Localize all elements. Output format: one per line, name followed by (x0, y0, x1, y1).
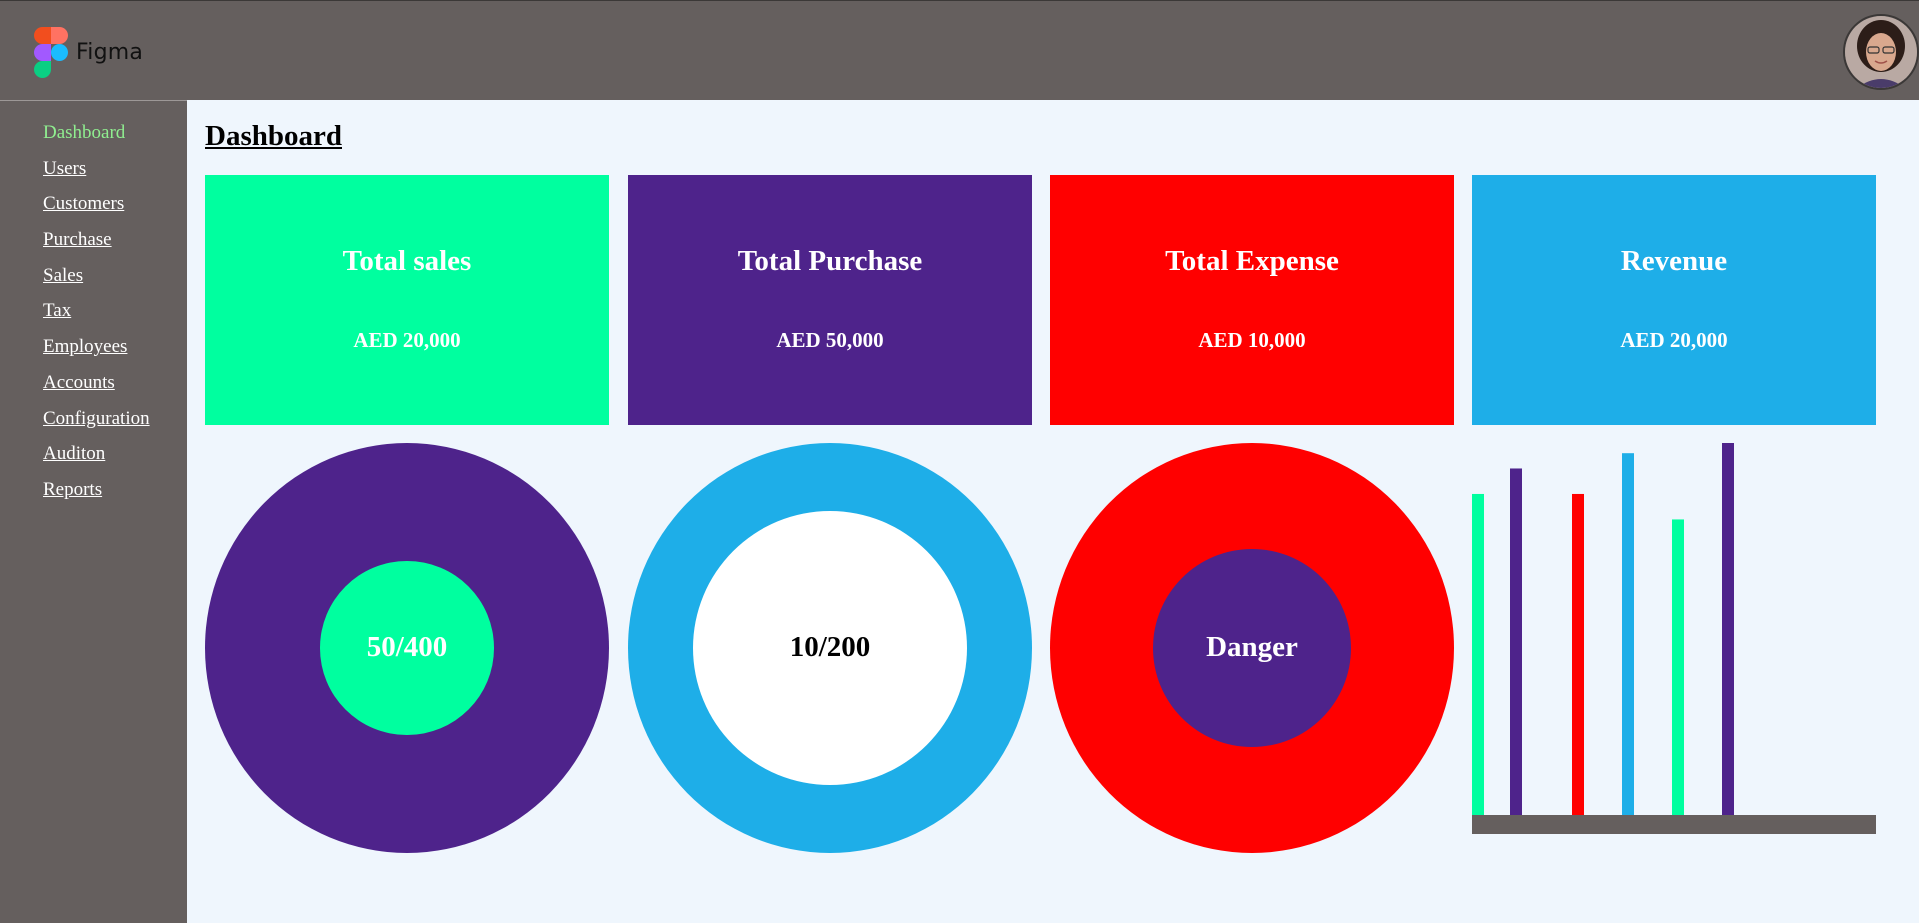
sidebar-link-dashboard[interactable]: Dashboard (43, 122, 125, 143)
sidebar-item-reports: Reports (43, 479, 187, 515)
sidebar-link-purchase[interactable]: Purchase (43, 229, 112, 250)
sidebar-link-auditon[interactable]: Auditon (43, 443, 105, 464)
sidebar-link-accounts[interactable]: Accounts (43, 372, 115, 393)
card-title: Revenue (1620, 245, 1728, 277)
donut-center: 50/400 (320, 561, 494, 735)
user-avatar[interactable] (1843, 14, 1919, 90)
sidebar-item-configuration: Configuration (43, 408, 187, 444)
avatar-photo-icon (1845, 16, 1917, 88)
sidebar-item-auditon: Auditon (43, 443, 187, 479)
sidebar-link-tax[interactable]: Tax (43, 300, 71, 321)
page-title: Dashboard (205, 120, 342, 152)
bar-5 (1672, 519, 1684, 815)
sidebar-item-purchase: Purchase (43, 229, 187, 265)
top-header: Figma (0, 0, 1919, 100)
sidebar-item-users: Users (43, 158, 187, 194)
bar-4 (1622, 453, 1634, 815)
sidebar-item-sales: Sales (43, 265, 187, 301)
sidebar-item-accounts: Accounts (43, 372, 187, 408)
card-value: AED 10,000 (1198, 328, 1306, 352)
card-value: AED 50,000 (776, 328, 884, 352)
sidebar-item-customers: Customers (43, 193, 187, 229)
card-revenue[interactable]: Revenue AED 20,000 (1472, 175, 1876, 425)
sidebar-link-configuration[interactable]: Configuration (43, 408, 150, 429)
sidebar-link-customers[interactable]: Customers (43, 193, 124, 214)
card-title: Total Purchase (737, 245, 923, 277)
bar-6 (1722, 443, 1734, 815)
app-name: Figma (76, 39, 144, 65)
donut-sales-progress: 50/400 (205, 443, 609, 853)
sidebar-link-sales[interactable]: Sales (43, 265, 83, 286)
sidebar-nav: Dashboard Users Customers Purchase Sales… (0, 100, 187, 923)
figma-logo-icon (34, 27, 68, 78)
donut-ratio-progress: 10/200 (628, 443, 1032, 853)
sidebar-menu: Dashboard Users Customers Purchase Sales… (0, 101, 187, 515)
card-title: Total sales (342, 245, 472, 277)
sidebar-item-dashboard: Dashboard (43, 122, 187, 158)
card-total-expense[interactable]: Total Expense AED 10,000 (1050, 175, 1454, 425)
sidebar-item-employees: Employees (43, 336, 187, 372)
card-title: Total Expense (1165, 245, 1339, 277)
sidebar-link-employees[interactable]: Employees (43, 336, 127, 357)
donut-danger-status: Danger (1050, 443, 1454, 853)
figma-logo[interactable]: Figma (34, 27, 144, 78)
bar-2 (1510, 468, 1522, 815)
bar-chart-svg (1472, 443, 1876, 834)
card-value: AED 20,000 (1620, 328, 1728, 352)
sidebar-item-tax: Tax (43, 300, 187, 336)
bar-3 (1572, 493, 1584, 815)
donut-center: Danger (1153, 549, 1351, 747)
chart-baseline (1472, 815, 1876, 834)
sidebar-link-users[interactable]: Users (43, 158, 86, 179)
bar-chart (1472, 443, 1876, 834)
sidebar-link-reports[interactable]: Reports (43, 479, 102, 500)
donut-center: 10/200 (692, 510, 968, 786)
card-total-purchase[interactable]: Total Purchase AED 50,000 (628, 175, 1032, 425)
card-total-sales[interactable]: Total sales AED 20,000 (205, 175, 609, 425)
bar-1 (1472, 493, 1484, 815)
card-value: AED 20,000 (353, 328, 461, 352)
